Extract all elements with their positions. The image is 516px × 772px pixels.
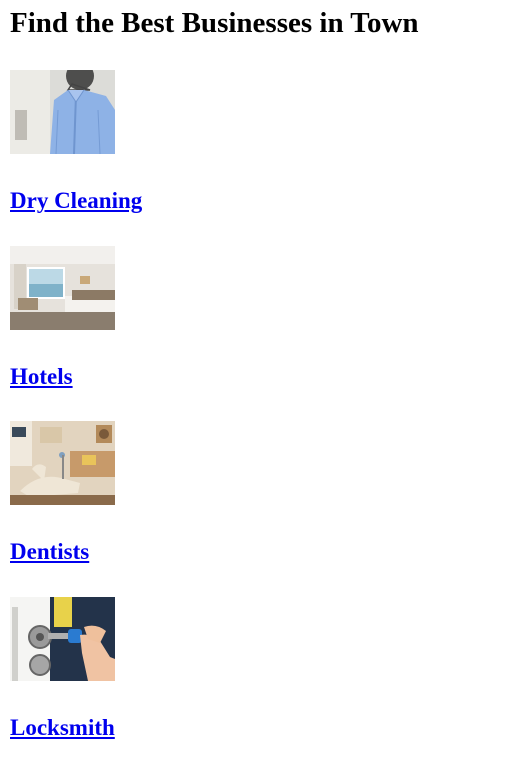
lock-and-key-icon [10,597,115,681]
link-locksmith[interactable]: Locksmith [10,714,115,742]
category-locksmith: Locksmith [10,597,310,740]
category-hotels: Hotels [10,246,310,389]
locksmith-image[interactable] [10,597,115,681]
dry-cleaning-image[interactable] [10,70,115,154]
category-dry-cleaning: Dry Cleaning [10,70,310,213]
dentists-image[interactable] [10,421,115,505]
link-hotels[interactable]: Hotels [10,363,73,391]
shirt-on-hanger-icon [10,70,115,154]
hotel-room-icon [10,246,115,330]
category-dentists: Dentists [10,421,310,564]
page-title: Find the Best Businesses in Town [10,7,419,39]
dental-chair-icon [10,421,115,505]
hotels-image[interactable] [10,246,115,330]
link-dentists[interactable]: Dentists [10,538,89,566]
link-dry-cleaning[interactable]: Dry Cleaning [10,187,142,215]
